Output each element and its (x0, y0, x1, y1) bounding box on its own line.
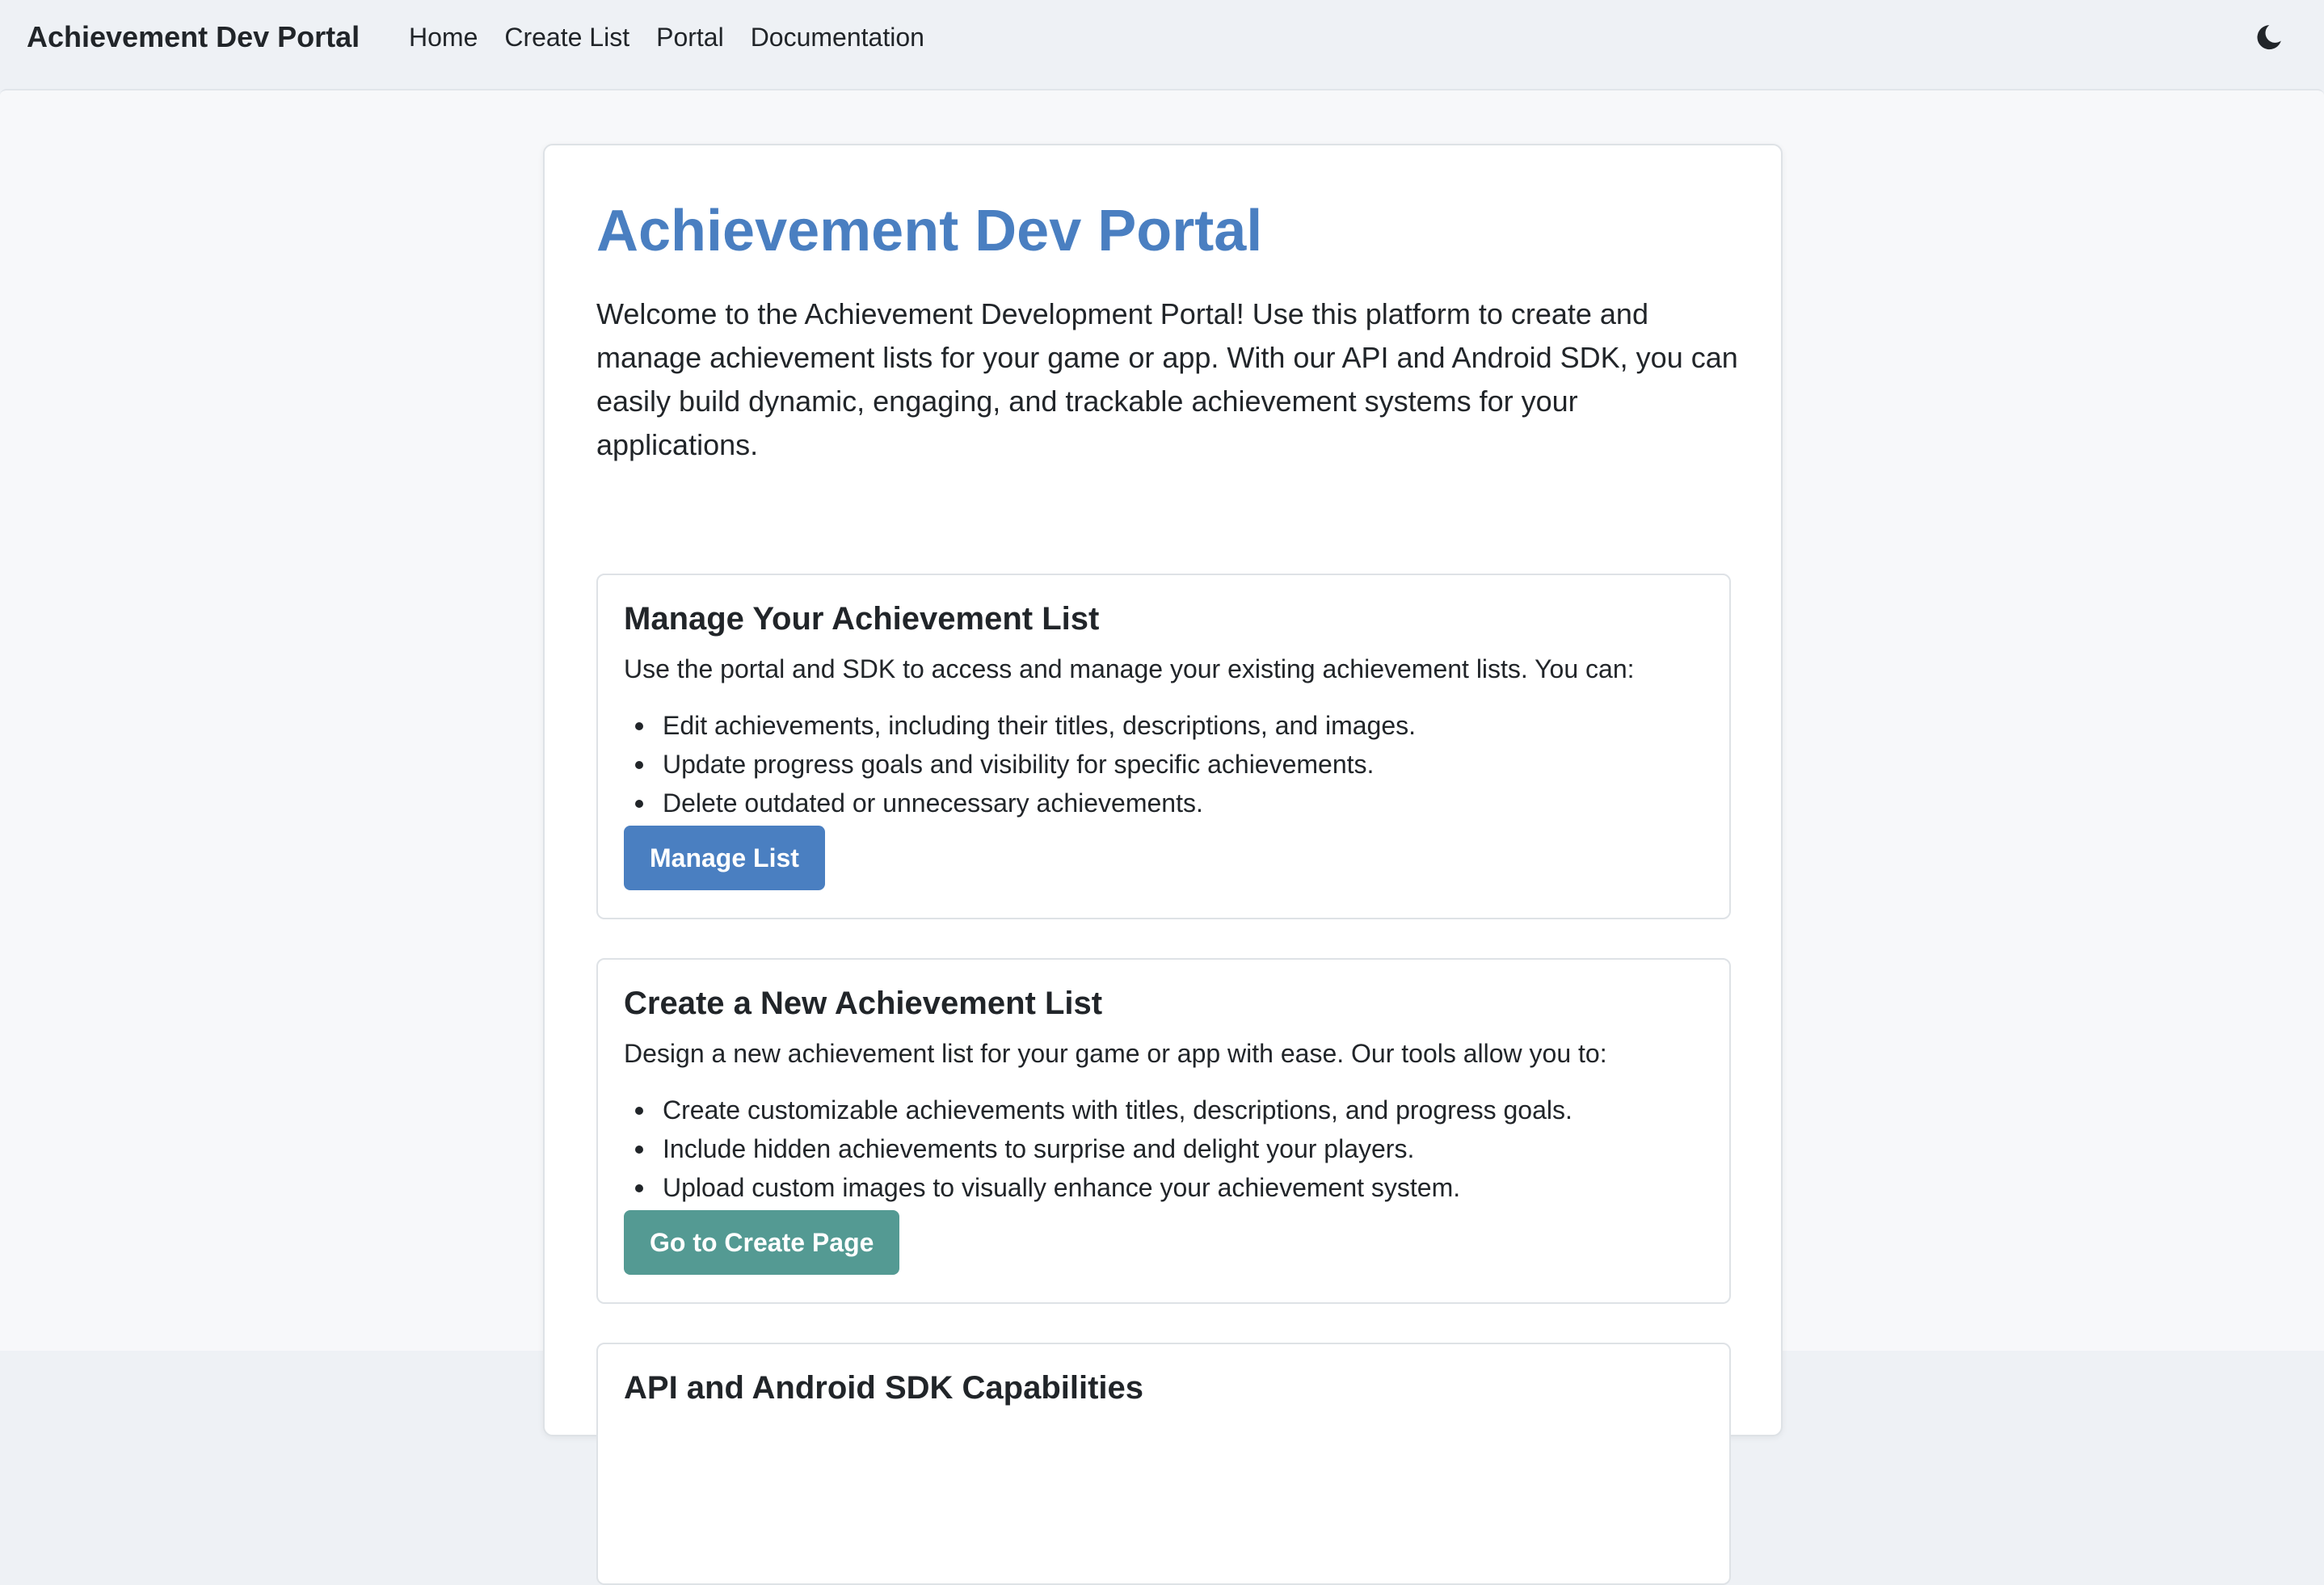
list-item: Update progress goals and visibility for… (624, 745, 1416, 784)
nav-link-create-list[interactable]: Create List (504, 19, 629, 55)
page-content: Achievement Dev Portal Welcome to the Ac… (0, 89, 2324, 1585)
list-item: Delete outdated or unnecessary achieveme… (624, 784, 1416, 822)
manage-list-button[interactable]: Manage List (624, 826, 825, 890)
nav-link-portal[interactable]: Portal (656, 19, 724, 55)
intro-text: Welcome to the Achievement Development P… (596, 297, 1738, 461)
create-list-card: Create a New Achievement List Design a n… (596, 958, 1731, 1304)
section-description: Use the portal and SDK to access and man… (624, 654, 1635, 683)
theme-toggle-button[interactable] (2253, 21, 2285, 53)
section-title: Manage Your Achievement List (624, 601, 1100, 637)
section-title: API and Android SDK Capabilities (624, 1370, 1144, 1406)
list-item: Upload custom images to visually enhance… (624, 1168, 1572, 1207)
list-item: Create customizable achievements with ti… (624, 1091, 1572, 1129)
moon-icon (2257, 25, 2281, 50)
list-item: Include hidden achievements to surprise … (624, 1129, 1572, 1168)
nav-links: Home Create List Portal Documentation (409, 19, 924, 55)
brand-link[interactable]: Achievement Dev Portal (27, 19, 360, 55)
navbar: Achievement Dev Portal Home Create List … (0, 0, 2324, 89)
list-item: Edit achievements, including their title… (624, 706, 1416, 745)
feature-list: Edit achievements, including their title… (624, 706, 1416, 822)
main-card: Achievement Dev Portal Welcome to the Ac… (543, 144, 1783, 1585)
nav-link-documentation[interactable]: Documentation (751, 19, 924, 55)
feature-list: Create customizable achievements with ti… (624, 1091, 1572, 1207)
section-title: Create a New Achievement List (624, 986, 1103, 1021)
manage-list-card: Manage Your Achievement List Use the por… (596, 574, 1731, 919)
section-description: Design a new achievement list for your g… (624, 1039, 1607, 1068)
page-title: Achievement Dev Portal (596, 199, 1263, 263)
go-to-create-page-button[interactable]: Go to Create Page (624, 1210, 900, 1275)
nav-link-home[interactable]: Home (409, 19, 478, 55)
api-sdk-card: API and Android SDK Capabilities (596, 1343, 1731, 1585)
